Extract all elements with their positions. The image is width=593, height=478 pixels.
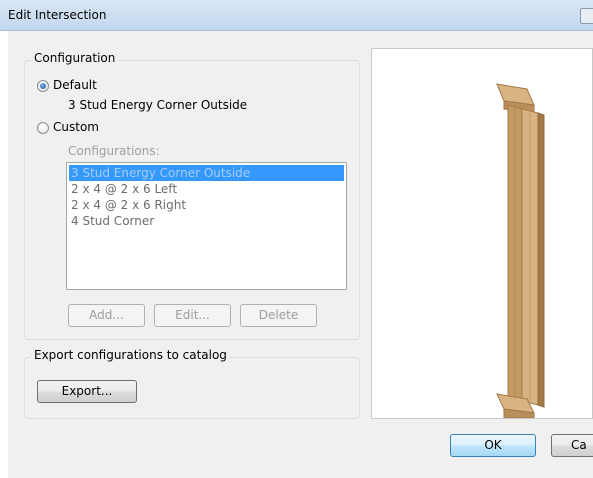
cancel-button[interactable]: Ca — [551, 434, 593, 457]
title-bar[interactable]: Edit Intersection — [0, 0, 593, 31]
delete-button[interactable]: Delete — [240, 304, 317, 327]
list-item[interactable]: 4 Stud Corner — [69, 213, 344, 229]
edit-button[interactable]: Edit... — [154, 304, 231, 327]
add-button[interactable]: Add... — [68, 304, 145, 327]
custom-radio-label[interactable]: Custom — [53, 120, 99, 134]
window-title: Edit Intersection — [8, 8, 107, 22]
close-icon[interactable] — [580, 8, 593, 24]
wall-intersection-3d-model — [496, 83, 545, 418]
list-item[interactable]: 2 x 4 @ 2 x 6 Left — [69, 181, 344, 197]
default-radio[interactable] — [37, 80, 49, 92]
export-group-label: Export configurations to catalog — [31, 348, 230, 362]
configurations-listbox[interactable]: 3 Stud Energy Corner Outside 2 x 4 @ 2 x… — [66, 162, 347, 290]
intersection-preview — [371, 48, 593, 419]
custom-radio[interactable] — [37, 122, 49, 134]
list-item[interactable]: 2 x 4 @ 2 x 6 Right — [69, 197, 344, 213]
radio-selected-dot — [40, 83, 46, 89]
configurations-label: Configurations: — [68, 144, 160, 158]
default-radio-label[interactable]: Default — [53, 78, 97, 92]
configuration-group-label: Configuration — [31, 51, 119, 65]
list-item[interactable]: 3 Stud Energy Corner Outside — [69, 165, 344, 181]
export-button[interactable]: Export... — [37, 380, 137, 403]
default-configuration-value: 3 Stud Energy Corner Outside — [68, 98, 248, 112]
ok-button[interactable]: OK — [450, 434, 536, 457]
